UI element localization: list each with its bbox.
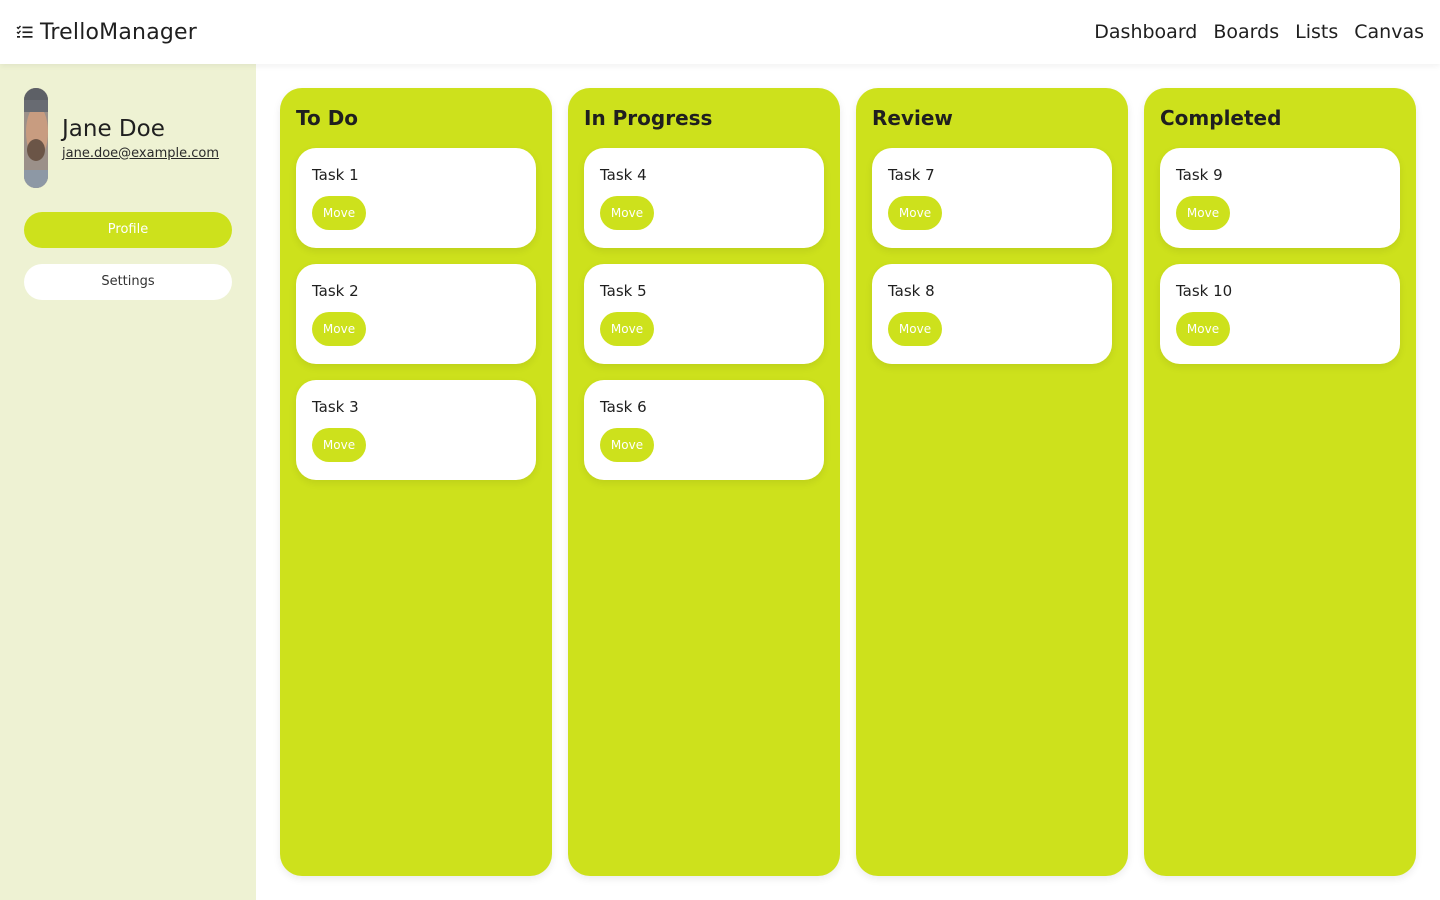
nav-dashboard[interactable]: Dashboard xyxy=(1094,21,1197,43)
task-card[interactable]: Task 8 Move xyxy=(872,264,1112,364)
move-button[interactable]: Move xyxy=(312,428,366,462)
column-review: Review Task 7 Move Task 8 Move xyxy=(856,88,1128,876)
top-navbar: TrelloManager Dashboard Boards Lists Can… xyxy=(0,0,1440,64)
task-card[interactable]: Task 5 Move xyxy=(584,264,824,364)
task-title: Task 6 xyxy=(600,398,647,416)
nav-canvas[interactable]: Canvas xyxy=(1354,21,1424,43)
column-title: In Progress xyxy=(584,106,713,130)
task-card[interactable]: Task 10 Move xyxy=(1160,264,1400,364)
settings-button[interactable]: Settings xyxy=(24,264,232,300)
user-name: Jane Doe xyxy=(62,115,165,142)
move-button[interactable]: Move xyxy=(1176,196,1230,230)
task-title: Task 3 xyxy=(312,398,359,416)
task-title: Task 5 xyxy=(600,282,647,300)
task-card[interactable]: Task 7 Move xyxy=(872,148,1112,248)
move-button[interactable]: Move xyxy=(312,196,366,230)
column-completed: Completed Task 9 Move Task 10 Move xyxy=(1144,88,1416,876)
task-card[interactable]: Task 9 Move xyxy=(1160,148,1400,248)
move-button[interactable]: Move xyxy=(600,428,654,462)
user-photo xyxy=(24,88,48,188)
move-button[interactable]: Move xyxy=(600,312,654,346)
nav-lists[interactable]: Lists xyxy=(1295,21,1338,43)
main-nav: Dashboard Boards Lists Canvas xyxy=(1094,21,1424,43)
task-title: Task 10 xyxy=(1176,282,1233,300)
profile-button[interactable]: Profile xyxy=(24,212,232,248)
move-button[interactable]: Move xyxy=(312,312,366,346)
task-card[interactable]: Task 3 Move xyxy=(296,380,536,480)
column-title: To Do xyxy=(296,106,359,130)
move-button[interactable]: Move xyxy=(888,196,942,230)
task-title: Task 8 xyxy=(888,282,935,300)
task-title: Task 7 xyxy=(888,166,935,184)
task-title: Task 2 xyxy=(312,282,359,300)
avatar xyxy=(24,88,48,188)
task-card[interactable]: Task 1 Move xyxy=(296,148,536,248)
column-title: Completed xyxy=(1160,106,1282,130)
column-in-progress: In Progress Task 4 Move Task 5 Move Task… xyxy=(568,88,840,876)
task-title: Task 9 xyxy=(1176,166,1223,184)
app-title: TrelloManager xyxy=(40,19,198,45)
nav-boards[interactable]: Boards xyxy=(1213,21,1279,43)
user-email-link[interactable]: jane.doe@example.com xyxy=(62,146,219,161)
column-to-do: To Do Task 1 Move Task 2 Move Task 3 Mov… xyxy=(280,88,552,876)
move-button[interactable]: Move xyxy=(600,196,654,230)
task-title: Task 4 xyxy=(600,166,647,184)
brand[interactable]: TrelloManager xyxy=(16,20,197,45)
move-button[interactable]: Move xyxy=(888,312,942,346)
user-profile: Jane Doe jane.doe@example.com xyxy=(24,88,232,188)
move-button[interactable]: Move xyxy=(1176,312,1230,346)
task-card[interactable]: Task 2 Move xyxy=(296,264,536,364)
task-card[interactable]: Task 6 Move xyxy=(584,380,824,480)
user-info: Jane Doe jane.doe@example.com xyxy=(62,116,219,161)
sidebar: Jane Doe jane.doe@example.com Profile Se… xyxy=(0,64,256,900)
task-title: Task 1 xyxy=(312,166,359,184)
column-title: Review xyxy=(872,106,953,130)
kanban-board: To Do Task 1 Move Task 2 Move Task 3 Mov… xyxy=(280,88,1416,876)
checklist-icon xyxy=(16,25,33,38)
task-card[interactable]: Task 4 Move xyxy=(584,148,824,248)
